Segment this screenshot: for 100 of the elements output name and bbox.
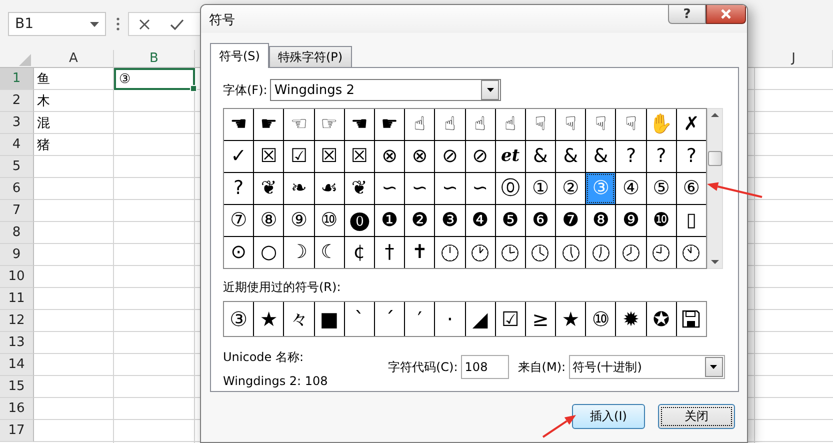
symbol-cell[interactable]: [676, 302, 706, 336]
symbol-cell[interactable]: ⑥: [676, 173, 706, 204]
row-header[interactable]: 16: [0, 398, 34, 420]
symbol-cell[interactable]: ❸: [435, 205, 464, 236]
symbol-cell[interactable]: ☟: [586, 109, 616, 140]
symbol-cell[interactable]: ✓: [224, 141, 254, 172]
symbol-cell[interactable]: [676, 237, 706, 268]
symbol-cell[interactable]: ☚: [344, 109, 374, 140]
symbol-cell[interactable]: ˋ: [344, 302, 374, 336]
symbol-cell[interactable]: ⑨: [284, 205, 314, 236]
symbol-cell[interactable]: ③: [224, 302, 254, 336]
char-code-field[interactable]: 108: [460, 355, 509, 379]
symbol-cell[interactable]: &: [526, 141, 556, 172]
symbol-cell[interactable]: ⑩: [314, 205, 344, 236]
font-dropdown[interactable]: Wingdings 2: [270, 79, 502, 101]
symbol-cell[interactable]: ⓿: [344, 205, 374, 236]
row-header[interactable]: 11: [0, 288, 34, 310]
dialog-button[interactable]: 插入(I): [572, 404, 645, 429]
symbol-cell[interactable]: ❽: [586, 205, 616, 236]
row-header[interactable]: 3: [0, 112, 34, 134]
more-icon[interactable]: [116, 17, 120, 31]
symbol-cell[interactable]: ✝: [405, 237, 434, 268]
symbol-cell[interactable]: ⓪: [496, 173, 525, 204]
symbol-cell[interactable]: ☟: [556, 109, 586, 140]
symbol-cell[interactable]: ❶: [374, 205, 404, 236]
tab[interactable]: 符号(S): [210, 43, 269, 68]
scrollbar-thumb[interactable]: [708, 151, 722, 166]
symbol-cell[interactable]: ∽: [374, 173, 404, 204]
symbol-cell[interactable]: ❼: [556, 205, 586, 236]
symbol-cell[interactable]: ˊ: [374, 302, 404, 336]
symbol-cell[interactable]: ❻: [526, 205, 556, 236]
symbol-cell[interactable]: ❹: [466, 205, 495, 236]
symbol-cell[interactable]: ?: [646, 141, 676, 172]
symbol-cell[interactable]: [496, 237, 525, 268]
symbol-cell[interactable]: ☝: [496, 109, 525, 140]
symbol-cell[interactable]: ◢: [466, 302, 495, 336]
symbol-cell[interactable]: &: [586, 141, 616, 172]
symbol-cell[interactable]: ☟: [526, 109, 556, 140]
symbol-cell[interactable]: [556, 237, 586, 268]
row-header[interactable]: 2: [0, 90, 34, 112]
symbol-cell[interactable]: ⊗: [405, 141, 434, 172]
symbol-cell[interactable]: ☙: [314, 173, 344, 204]
symbol-cell[interactable]: ⑤: [646, 173, 676, 204]
row-header[interactable]: 5: [0, 156, 34, 178]
row-header[interactable]: 13: [0, 332, 34, 354]
symbol-cell[interactable]: et: [496, 141, 525, 172]
symbol-cell[interactable]: ⊘: [435, 141, 464, 172]
symbol-cell[interactable]: [646, 237, 676, 268]
symbol-cell[interactable]: ¢: [344, 237, 374, 268]
symbol-cell[interactable]: ☾: [314, 237, 344, 268]
symbol-cell[interactable]: ❺: [496, 205, 525, 236]
symbol-cell[interactable]: ☝: [405, 109, 434, 140]
symbol-cell[interactable]: ☞: [314, 109, 344, 140]
symbol-cell[interactable]: ②: [556, 173, 586, 204]
row-header[interactable]: 17: [0, 420, 34, 442]
row-header[interactable]: 10: [0, 266, 34, 288]
symbol-cell[interactable]: ❦: [254, 173, 284, 204]
caret-icon[interactable]: [486, 88, 494, 92]
symbol-cell[interactable]: ☛: [254, 109, 284, 140]
symbol-cell[interactable]: ⑦: [224, 205, 254, 236]
symbol-cell[interactable]: [466, 237, 495, 268]
symbol-cell[interactable]: ⊗: [374, 141, 404, 172]
symbol-cell[interactable]: ■: [314, 302, 344, 336]
check-icon[interactable]: [170, 18, 184, 30]
caret-icon[interactable]: [90, 22, 99, 26]
caret-icon[interactable]: [710, 365, 718, 369]
row-header[interactable]: 14: [0, 354, 34, 376]
symbol-cell[interactable]: ☜: [284, 109, 314, 140]
symbol-cell[interactable]: ☑: [284, 141, 314, 172]
symbol-cell[interactable]: ❿: [646, 205, 676, 236]
scrollbar[interactable]: [707, 108, 723, 269]
symbol-cell[interactable]: ❧: [284, 173, 314, 204]
down-arrow-icon[interactable]: [711, 260, 719, 264]
symbol-cell[interactable]: [586, 237, 616, 268]
row-header[interactable]: 7: [0, 200, 34, 222]
close-button[interactable]: [706, 5, 746, 24]
symbol-cell[interactable]: ☚: [224, 109, 254, 140]
symbol-cell[interactable]: [526, 237, 556, 268]
symbol-cell[interactable]: ∽: [405, 173, 434, 204]
symbol-cell[interactable]: ☒: [314, 141, 344, 172]
symbol-cell[interactable]: ☛: [374, 109, 404, 140]
symbol-cell[interactable]: ☽: [284, 237, 314, 268]
symbol-cell[interactable]: ☑: [496, 302, 525, 336]
symbol-cell[interactable]: [616, 237, 646, 268]
symbol-cell[interactable]: ⊘: [466, 141, 495, 172]
name-box[interactable]: B1: [8, 12, 106, 36]
symbol-cell[interactable]: ○: [254, 237, 284, 268]
symbol-cell[interactable]: ★: [254, 302, 284, 336]
symbol-cell[interactable]: ①: [526, 173, 556, 204]
symbol-cell[interactable]: ≥: [526, 302, 556, 336]
symbol-cell[interactable]: ✗: [676, 109, 706, 140]
symbol-cell[interactable]: ❦: [344, 173, 374, 204]
close-icon[interactable]: [720, 9, 732, 19]
symbol-cell[interactable]: ☒: [344, 141, 374, 172]
symbol-cell[interactable]: ❷: [405, 205, 434, 236]
symbol-cell[interactable]: [435, 237, 464, 268]
symbol-cell[interactable]: ☟: [616, 109, 646, 140]
symbol-cell[interactable]: ?: [676, 141, 706, 172]
cancel-icon[interactable]: [139, 18, 150, 30]
symbol-cell[interactable]: ·: [435, 302, 464, 336]
